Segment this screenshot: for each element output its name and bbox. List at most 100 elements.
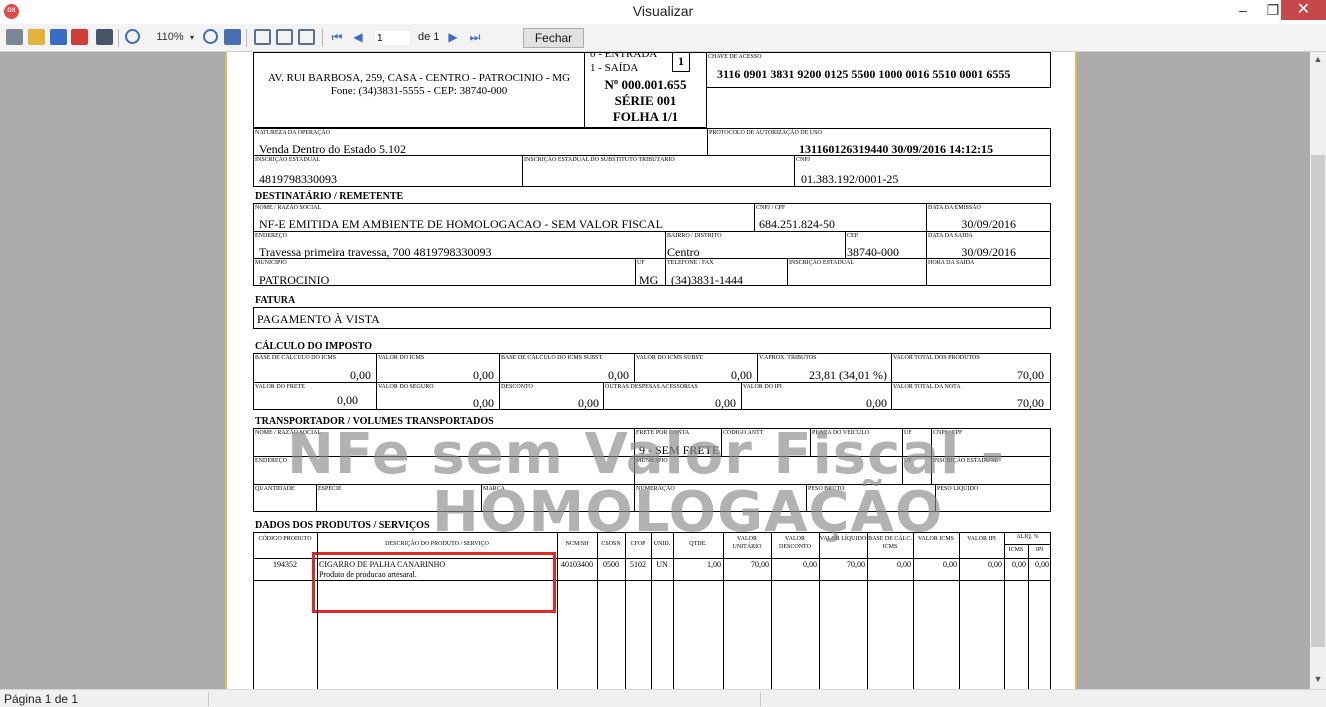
ipi-value: 0,00 [866, 396, 887, 410]
v-nota-label: VALOR TOTAL DA NOTA [893, 384, 961, 390]
nf-folha: FOLHA 1/1 [612, 109, 679, 124]
close-window-button[interactable]: ✕ [1281, 0, 1326, 20]
dest-cnpj-value: 684.251.824-50 [759, 217, 835, 231]
zoom-out-icon[interactable] [203, 29, 218, 44]
item-codigo: 194352 [273, 560, 297, 569]
find-icon[interactable] [96, 29, 113, 45]
dest-nome-value: NF-E EMITIDA EM AMBIENTE DE HOMOLOGACAO … [259, 217, 663, 231]
status-separator [760, 692, 761, 706]
col-aicms: ICMS [1008, 547, 1024, 553]
table-column-line [557, 532, 558, 689]
dest-cep-label: CEP [847, 233, 859, 239]
natureza-label: NATUREZA DA OPERAÇÃO [255, 130, 331, 136]
fit-page-icon[interactable] [224, 29, 241, 45]
col-aipi: IPI [1035, 547, 1044, 553]
scrollbar-thumb[interactable] [1311, 155, 1325, 647]
zoom-select[interactable]: 110% [150, 29, 190, 46]
table-column-line [625, 532, 626, 689]
frete-value: 0,00 [337, 393, 358, 407]
emitter-address: AV. RUI BARBOSA, 259, CASA - CENTRO - PA… [267, 72, 571, 84]
pdf-export-icon[interactable] [71, 29, 88, 45]
watermark-line1: NFe sem Valor Fiscal - [287, 422, 1006, 487]
t-end-label: ENDEREÇO [255, 458, 287, 464]
tipo-value: 1 [678, 54, 684, 68]
dest-fone-value: (34)3831-1444 [671, 273, 743, 287]
cnpj-value: 01.383.192/0001-25 [801, 172, 899, 186]
status-bar: Página 1 de 1 [0, 689, 1326, 707]
col-aliq: ALÍQ. % [1016, 534, 1039, 540]
v-prod-value: 70,00 [1017, 368, 1044, 382]
v-st-label: VALOR DO ICMS SUBST. [636, 355, 704, 361]
minimize-button[interactable]: – [1226, 0, 1260, 20]
print-icon[interactable] [6, 29, 23, 45]
bc-st-value: 0,00 [608, 368, 629, 382]
dest-mun-label: MUNICÍPIO [255, 260, 287, 266]
dest-emissao-value: 30/09/2016 [961, 217, 1016, 231]
toolbar: 110% ▾ ⏮ ◀ ▶ ⏭ [0, 24, 1326, 52]
toolbar-separator [322, 29, 323, 47]
iest-label: INSCRIÇÃO ESTADUAL DO SUBSTITUTO TRIBUTÁ… [524, 157, 675, 163]
v-nota-value: 70,00 [1017, 396, 1044, 410]
col-vipi: VALOR IPI [967, 536, 996, 542]
page-count-label: de 1 [418, 31, 440, 43]
bc-icms-label: BASE DE CÁLCULO DO ICMS [255, 355, 337, 361]
v-icms-label: VALOR DO ICMS [378, 355, 425, 361]
table-column-line [959, 532, 960, 689]
open-folder-icon[interactable] [28, 29, 45, 45]
table-column-line [723, 532, 724, 689]
chave-value: 3116 0901 3831 9200 0125 5500 1000 0016 … [717, 67, 1011, 81]
toolbar-separator [118, 29, 119, 47]
table-column-line [867, 532, 868, 689]
dest-uf-label: UF [637, 260, 645, 266]
dest-end-label: ENDEREÇO [255, 233, 287, 239]
item-aicms: 0,00 [1012, 560, 1026, 569]
seguro-value: 0,00 [473, 396, 494, 410]
table-column-line [317, 532, 318, 689]
status-separator [208, 692, 209, 706]
last-page-icon[interactable]: ⏭ [468, 29, 482, 46]
next-page-icon[interactable]: ▶ [447, 29, 459, 46]
scroll-down-icon[interactable]: ▼ [1310, 674, 1326, 688]
item-vliq: 70,00 [847, 560, 865, 569]
first-page-icon[interactable]: ⏮ [331, 29, 343, 46]
multi-page-icon[interactable] [276, 29, 293, 45]
save-icon[interactable] [50, 29, 67, 45]
dest-mun-value: PATROCINIO [259, 273, 330, 287]
item-vicms: 0,00 [943, 560, 957, 569]
toolbar-separator [246, 29, 247, 47]
dest-title: DESTINATÁRIO / REMETENTE [255, 191, 404, 202]
item-aipi: 0,00 [1035, 560, 1049, 569]
trib-label: V.APROX. TRIBUTOS [759, 355, 817, 361]
dest-saida-label: DATA DA SAÍDA [928, 233, 973, 239]
title-bar: DX Visualizar – ❐ ✕ [0, 0, 1326, 24]
page-number-input[interactable] [374, 30, 411, 46]
item-csosn: 0500 [603, 560, 619, 569]
desconto-value: 0,00 [578, 396, 599, 410]
dest-cnpj-label: CNPJ / CPF [756, 205, 786, 211]
table-column-line [673, 532, 674, 689]
dest-uf-value: MG [639, 273, 659, 287]
frete-label: VALOR DO FRETE [255, 384, 305, 390]
outras-value: 0,00 [715, 396, 736, 410]
page-setup-icon[interactable] [298, 29, 315, 45]
prev-page-icon[interactable]: ◀ [352, 29, 364, 46]
item-vipi: 0,00 [988, 560, 1002, 569]
single-page-icon[interactable] [254, 29, 271, 45]
chevron-down-icon[interactable]: ▾ [188, 29, 196, 46]
dest-hora-label: HORA DA SAÍDA [928, 260, 975, 266]
ie-label: INSCRIÇÃO ESTADUAL [255, 157, 321, 163]
table-column-line [819, 532, 820, 689]
item-ncm: 40103400 [561, 560, 593, 569]
item-vdesc: 0,00 [803, 560, 817, 569]
nf-serie: SÉRIE 001 [614, 93, 677, 108]
table-column-line [597, 532, 598, 689]
close-preview-button[interactable]: Fechar [523, 28, 584, 48]
item-cfop: 5102 [630, 560, 646, 569]
document-viewer[interactable]: AV. RUI BARBOSA, 259, CASA - CENTRO - PA… [0, 52, 1310, 689]
highlight-box [312, 552, 556, 613]
zoom-in-icon[interactable] [125, 29, 140, 44]
bc-icms-value: 0,00 [350, 368, 371, 382]
scroll-up-icon[interactable]: ▲ [1310, 54, 1326, 68]
ie-value: 4819798330093 [259, 172, 337, 186]
emitter-phone: Fone: (34)3831-5555 - CEP: 38740-000 [330, 85, 508, 97]
